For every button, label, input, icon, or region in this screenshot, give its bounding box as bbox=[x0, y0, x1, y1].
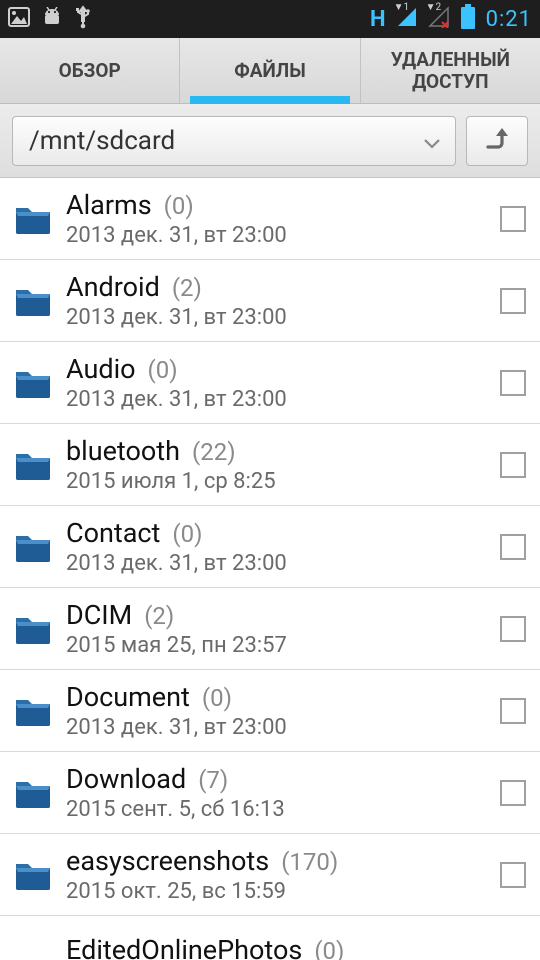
checkbox[interactable] bbox=[500, 534, 526, 560]
list-item[interactable]: bluetooth (22) 2015 июля 1, ср 8:25 bbox=[0, 424, 540, 506]
tab-label: ФАЙЛЫ bbox=[234, 60, 306, 82]
item-info: DCIM (2) 2015 мая 25, пн 23:57 bbox=[58, 599, 500, 658]
folder-icon bbox=[8, 530, 58, 564]
list-item[interactable]: Download (7) 2015 сент. 5, сб 16:13 bbox=[0, 752, 540, 834]
battery-icon bbox=[460, 4, 476, 34]
item-info: Audio (0) 2013 дек. 31, вт 23:00 bbox=[58, 353, 500, 412]
item-date: 2015 июля 1, ср 8:25 bbox=[66, 469, 500, 494]
arrow-up-icon bbox=[482, 125, 512, 157]
list-item[interactable]: easyscreenshots (170) 2015 окт. 25, вс 15… bbox=[0, 834, 540, 916]
item-name: easyscreenshots bbox=[66, 845, 269, 877]
android-icon bbox=[40, 7, 64, 31]
tab-files[interactable]: ФАЙЛЫ bbox=[180, 38, 360, 103]
tab-overview[interactable]: ОБЗОР bbox=[0, 38, 180, 103]
item-name: Document bbox=[66, 681, 190, 713]
item-name: Download bbox=[66, 763, 186, 795]
checkbox[interactable] bbox=[500, 862, 526, 888]
item-count: (0) bbox=[148, 356, 178, 384]
item-name: Android bbox=[66, 271, 160, 303]
item-count: (0) bbox=[314, 937, 344, 960]
folder-icon bbox=[8, 776, 58, 810]
item-count: (0) bbox=[172, 520, 202, 548]
item-count: (22) bbox=[192, 438, 236, 466]
item-info: Contact (0) 2013 дек. 31, вт 23:00 bbox=[58, 517, 500, 576]
list-item[interactable]: Document (0) 2013 дек. 31, вт 23:00 bbox=[0, 670, 540, 752]
item-name: Contact bbox=[66, 517, 160, 549]
checkbox[interactable] bbox=[500, 780, 526, 806]
checkbox[interactable] bbox=[500, 698, 526, 724]
item-info: bluetooth (22) 2015 июля 1, ср 8:25 bbox=[58, 435, 500, 494]
chevron-down-icon bbox=[423, 126, 441, 156]
list-item[interactable]: Audio (0) 2013 дек. 31, вт 23:00 bbox=[0, 342, 540, 424]
list-item[interactable]: Contact (0) 2013 дек. 31, вт 23:00 bbox=[0, 506, 540, 588]
folder-icon bbox=[8, 366, 58, 400]
item-info: Android (2) 2013 дек. 31, вт 23:00 bbox=[58, 271, 500, 330]
path-bar: /mnt/sdcard bbox=[0, 104, 540, 178]
signal-sim2-icon: ▼2 bbox=[428, 6, 450, 32]
status-left bbox=[8, 5, 92, 33]
checkbox[interactable] bbox=[500, 452, 526, 478]
folder-icon bbox=[8, 858, 58, 892]
usb-icon bbox=[74, 5, 92, 33]
tab-label: ОБЗОР bbox=[59, 60, 121, 82]
item-info: Download (7) 2015 сент. 5, сб 16:13 bbox=[58, 763, 500, 822]
item-count: (0) bbox=[202, 684, 232, 712]
item-count: (2) bbox=[144, 602, 174, 630]
item-name: bluetooth bbox=[66, 435, 180, 467]
list-item[interactable]: DCIM (2) 2015 мая 25, пн 23:57 bbox=[0, 588, 540, 670]
item-info: easyscreenshots (170) 2015 окт. 25, вс 15… bbox=[58, 845, 500, 904]
item-date: 2013 дек. 31, вт 23:00 bbox=[66, 223, 500, 248]
item-count: (7) bbox=[198, 766, 228, 794]
folder-icon bbox=[8, 448, 58, 482]
item-date: 2013 дек. 31, вт 23:00 bbox=[66, 387, 500, 412]
signal-sim1-icon: ▼1 bbox=[396, 6, 418, 32]
picture-icon bbox=[8, 7, 30, 31]
checkbox[interactable] bbox=[500, 288, 526, 314]
item-info: EditedOnlinePhotos (0) bbox=[58, 928, 528, 960]
item-date: 2015 мая 25, пн 23:57 bbox=[66, 633, 500, 658]
item-name: EditedOnlinePhotos bbox=[66, 934, 302, 960]
folder-icon bbox=[8, 284, 58, 318]
tab-label: УДАЛЕННЫЙ ДОСТУП bbox=[365, 49, 536, 93]
file-list[interactable]: Alarms (0) 2013 дек. 31, вт 23:00 Android… bbox=[0, 178, 540, 960]
tab-bar: ОБЗОР ФАЙЛЫ УДАЛЕННЫЙ ДОСТУП bbox=[0, 38, 540, 104]
item-info: Alarms (0) 2013 дек. 31, вт 23:00 bbox=[58, 189, 500, 248]
checkbox[interactable] bbox=[500, 206, 526, 232]
item-count: (0) bbox=[164, 192, 194, 220]
network-type: H bbox=[370, 7, 386, 32]
item-name: DCIM bbox=[66, 599, 132, 631]
status-right: H ▼1 ▼2 0:21 bbox=[370, 4, 532, 34]
item-date: 2013 дек. 31, вт 23:00 bbox=[66, 715, 500, 740]
item-count: (2) bbox=[172, 274, 202, 302]
item-date: 2015 окт. 25, вс 15:59 bbox=[66, 879, 500, 904]
tab-remote[interactable]: УДАЛЕННЫЙ ДОСТУП bbox=[361, 38, 540, 103]
folder-icon bbox=[8, 694, 58, 728]
current-path: /mnt/sdcard bbox=[29, 126, 175, 156]
checkbox[interactable] bbox=[500, 370, 526, 396]
item-name: Alarms bbox=[66, 189, 152, 221]
list-item[interactable]: Alarms (0) 2013 дек. 31, вт 23:00 bbox=[0, 178, 540, 260]
status-bar: H ▼1 ▼2 0:21 bbox=[0, 0, 540, 38]
item-date: 2013 дек. 31, вт 23:00 bbox=[66, 305, 500, 330]
go-up-button[interactable] bbox=[466, 116, 528, 166]
item-date: 2013 дек. 31, вт 23:00 bbox=[66, 551, 500, 576]
item-name: Audio bbox=[66, 353, 136, 385]
folder-icon bbox=[8, 202, 58, 236]
clock: 0:21 bbox=[486, 7, 532, 32]
list-item[interactable]: Android (2) 2013 дек. 31, вт 23:00 bbox=[0, 260, 540, 342]
folder-icon bbox=[8, 612, 58, 646]
checkbox[interactable] bbox=[500, 616, 526, 642]
item-info: Document (0) 2013 дек. 31, вт 23:00 bbox=[58, 681, 500, 740]
path-dropdown[interactable]: /mnt/sdcard bbox=[12, 116, 456, 166]
list-item[interactable]: EditedOnlinePhotos (0) bbox=[0, 916, 540, 960]
item-date: 2015 сент. 5, сб 16:13 bbox=[66, 797, 500, 822]
item-count: (170) bbox=[281, 848, 338, 876]
